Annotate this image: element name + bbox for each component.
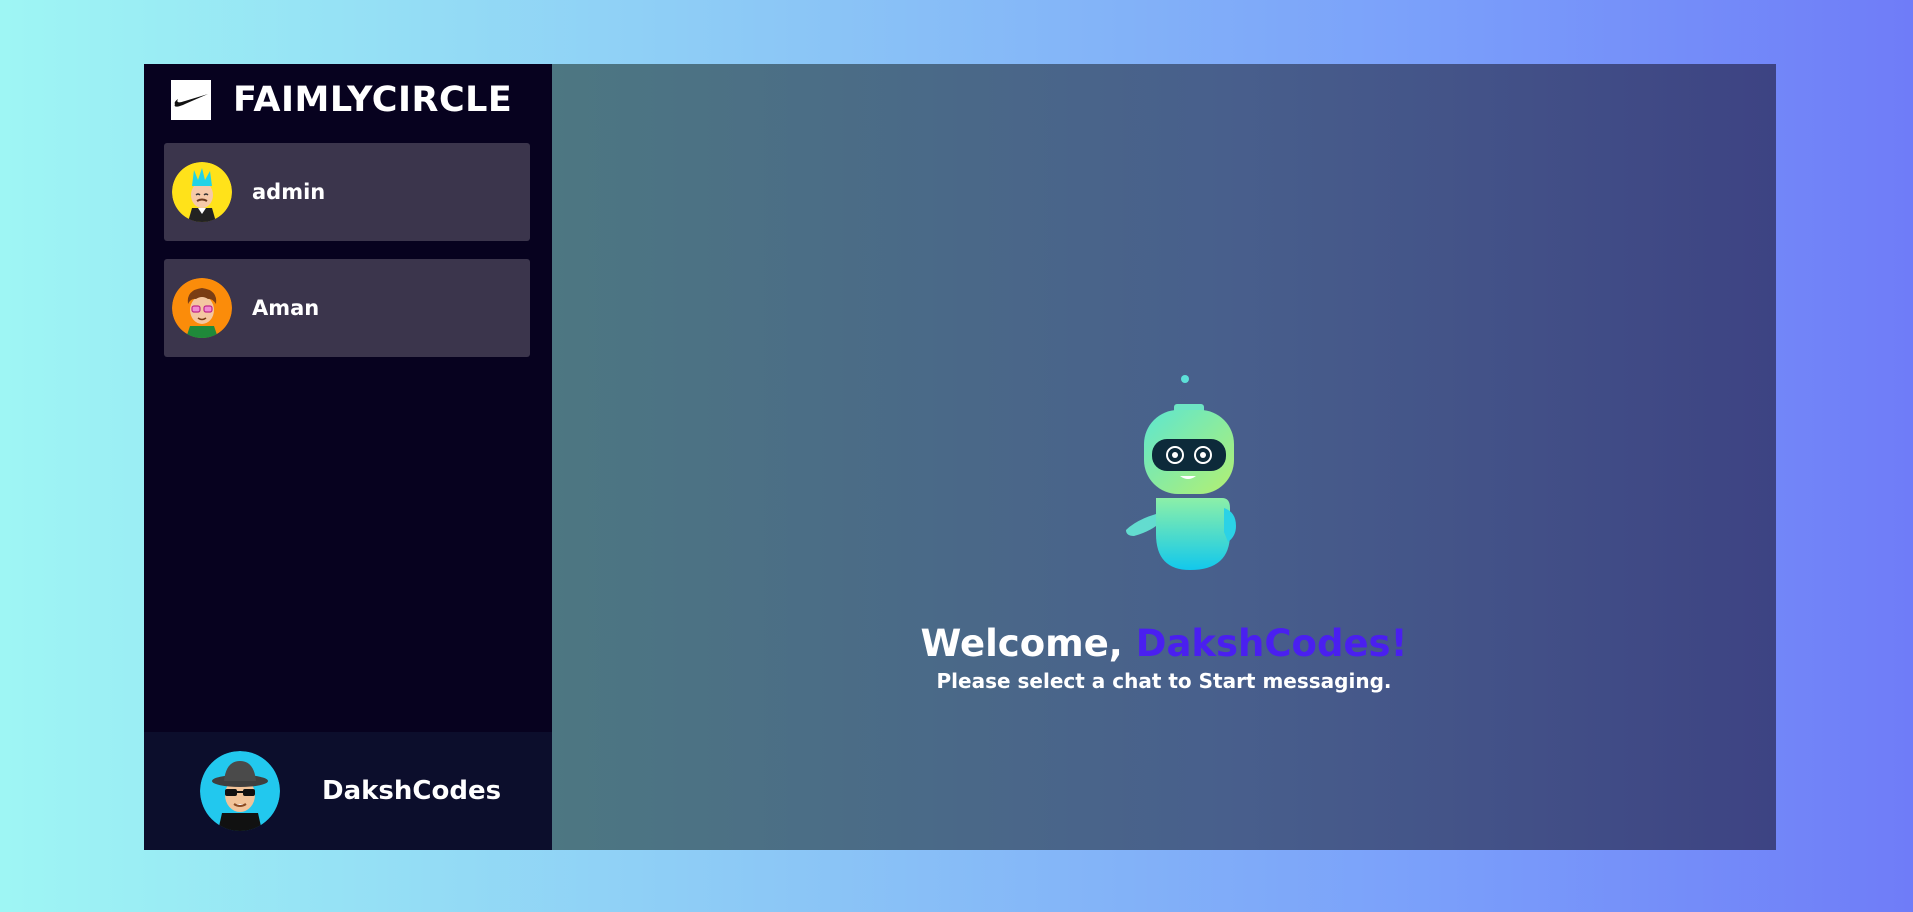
contact-item-admin[interactable]: admin (164, 143, 530, 241)
current-user-name: DakshCodes (322, 776, 502, 806)
avatar (172, 162, 232, 222)
contact-name: admin (252, 180, 326, 204)
swoosh-icon (171, 80, 211, 120)
brand-name: FAIMLYCIRCLE (233, 80, 513, 120)
welcome-subtitle: Please select a chat to Start messaging. (936, 669, 1392, 693)
brand-header: FAIMLYCIRCLE (144, 64, 552, 136)
contact-name: Aman (252, 296, 320, 320)
welcome-prefix: Welcome, (920, 622, 1123, 665)
contact-item-aman[interactable]: Aman (164, 259, 530, 357)
robot-icon (1112, 304, 1262, 570)
chat-placeholder: Welcome, DakshCodes! Please select a cha… (552, 64, 1776, 850)
chat-app: FAIMLYCIRCLE admin Aman DakshCodes Welco… (144, 64, 1776, 850)
avatar (172, 278, 232, 338)
welcome-username: DakshCodes! (1135, 622, 1408, 665)
avatar (200, 751, 280, 831)
welcome-heading: Welcome, DakshCodes! (552, 620, 1776, 668)
current-user-panel: DakshCodes (144, 732, 552, 850)
sidebar: FAIMLYCIRCLE admin Aman DakshCodes (144, 64, 552, 850)
welcome-message: Welcome, DakshCodes! Please select a cha… (552, 620, 1776, 694)
